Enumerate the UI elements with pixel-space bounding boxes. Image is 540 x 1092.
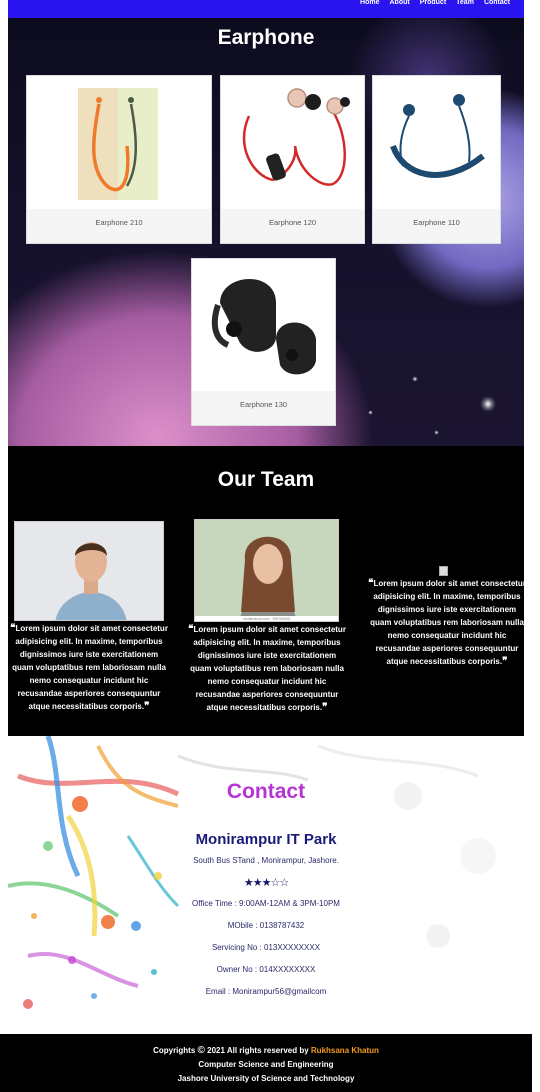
product-card[interactable]: Earphone 110 — [372, 75, 501, 244]
nav-about-link[interactable]: About — [389, 0, 409, 6]
team-title: Our Team — [217, 468, 315, 491]
copyright-icon: © — [197, 1045, 205, 1056]
team-member-photo — [14, 521, 164, 621]
star-filled-icon: ★ — [252, 877, 263, 889]
rating-stars: ★★★☆☆ — [8, 876, 524, 889]
team-member-photo: shutterstock.com · 559754608 — [194, 519, 339, 622]
broken-image-icon — [439, 566, 448, 576]
team-member-quote: ❝Lorem ipsum dolor sit amet consectetur … — [188, 624, 346, 713]
page: Home About Product Team Contact Earphone — [0, 0, 540, 1092]
contact-section: Contact Monirampur IT Park South Bus STa… — [8, 736, 532, 1034]
university-line: Jashore University of Science and Techno… — [177, 1074, 355, 1083]
product-name: Earphone 110 — [373, 209, 500, 243]
footer: Copyrights © 2021 All rights reserved by… — [0, 1034, 532, 1092]
navbar: Home About Product Team Contact — [8, 0, 524, 18]
email-text: Email : Monirampur56@gmailcom — [205, 987, 327, 996]
product-image — [221, 76, 364, 209]
quote-close-icon: ❞ — [502, 656, 508, 667]
nav-home-link[interactable]: Home — [360, 0, 379, 6]
mobile-text: MObile : 0138787432 — [227, 921, 305, 930]
star-sparkle — [412, 376, 418, 382]
star-empty-icon: ☆ — [279, 877, 289, 889]
star-sparkle — [480, 396, 496, 412]
team-section: Our Team ❝Lorem ipsum dolor sit amet con… — [8, 446, 526, 736]
product-image — [192, 259, 335, 392]
product-card[interactable]: Earphone 120 — [220, 75, 365, 244]
product-image — [373, 76, 500, 209]
product-image — [27, 76, 211, 209]
quote-close-icon: ❞ — [322, 702, 328, 713]
nav-product-link[interactable]: Product — [420, 0, 446, 6]
earphone-title: Earphone — [217, 26, 315, 49]
nav-links: Home About Product Team Contact — [360, 0, 510, 6]
product-card[interactable]: Earphone 130 — [191, 258, 336, 426]
nav-team-link[interactable]: Team — [456, 0, 474, 6]
contact-title: Contact — [226, 780, 306, 803]
star-sparkle — [368, 410, 373, 415]
star-filled-icon: ★ — [243, 877, 254, 889]
nav-contact-link[interactable]: Contact — [484, 0, 510, 6]
team-member-quote: ❝Lorem ipsum dolor sit amet consectetur … — [368, 578, 526, 667]
office-time-text: Office Time : 9:00AM-12AM & 3PM-10PM — [192, 899, 340, 908]
product-card[interactable]: Earphone 210 — [26, 75, 212, 244]
product-name: Earphone 210 — [27, 209, 211, 243]
star-sparkle — [434, 430, 439, 435]
address-text: South Bus STand , Monirampur, Jashore. — [193, 856, 339, 865]
owner-text: Owner No : 014XXXXXXXX — [216, 965, 316, 974]
company-name: Monirampur IT Park — [195, 831, 337, 848]
star-half-icon: ☆ — [270, 877, 280, 889]
team-member-quote: ❝Lorem ipsum dolor sit amet consectetur … — [10, 623, 168, 712]
product-name: Earphone 130 — [192, 391, 335, 425]
servicing-text: Servicing No : 013XXXXXXXX — [211, 943, 321, 952]
author-name: Rukhsana Khatun — [310, 1046, 379, 1055]
photo-watermark: shutterstock.com · 559754608 — [242, 617, 291, 621]
earphone-section: Earphone Earphone 210 Earphone 120 Earph… — [8, 18, 524, 446]
copyright-line: Copyrights © 2021 All rights reserved by… — [153, 1045, 379, 1056]
quote-close-icon: ❞ — [144, 701, 150, 712]
department-line: Computer Science and Engineering — [198, 1060, 334, 1069]
product-name: Earphone 120 — [221, 209, 364, 243]
